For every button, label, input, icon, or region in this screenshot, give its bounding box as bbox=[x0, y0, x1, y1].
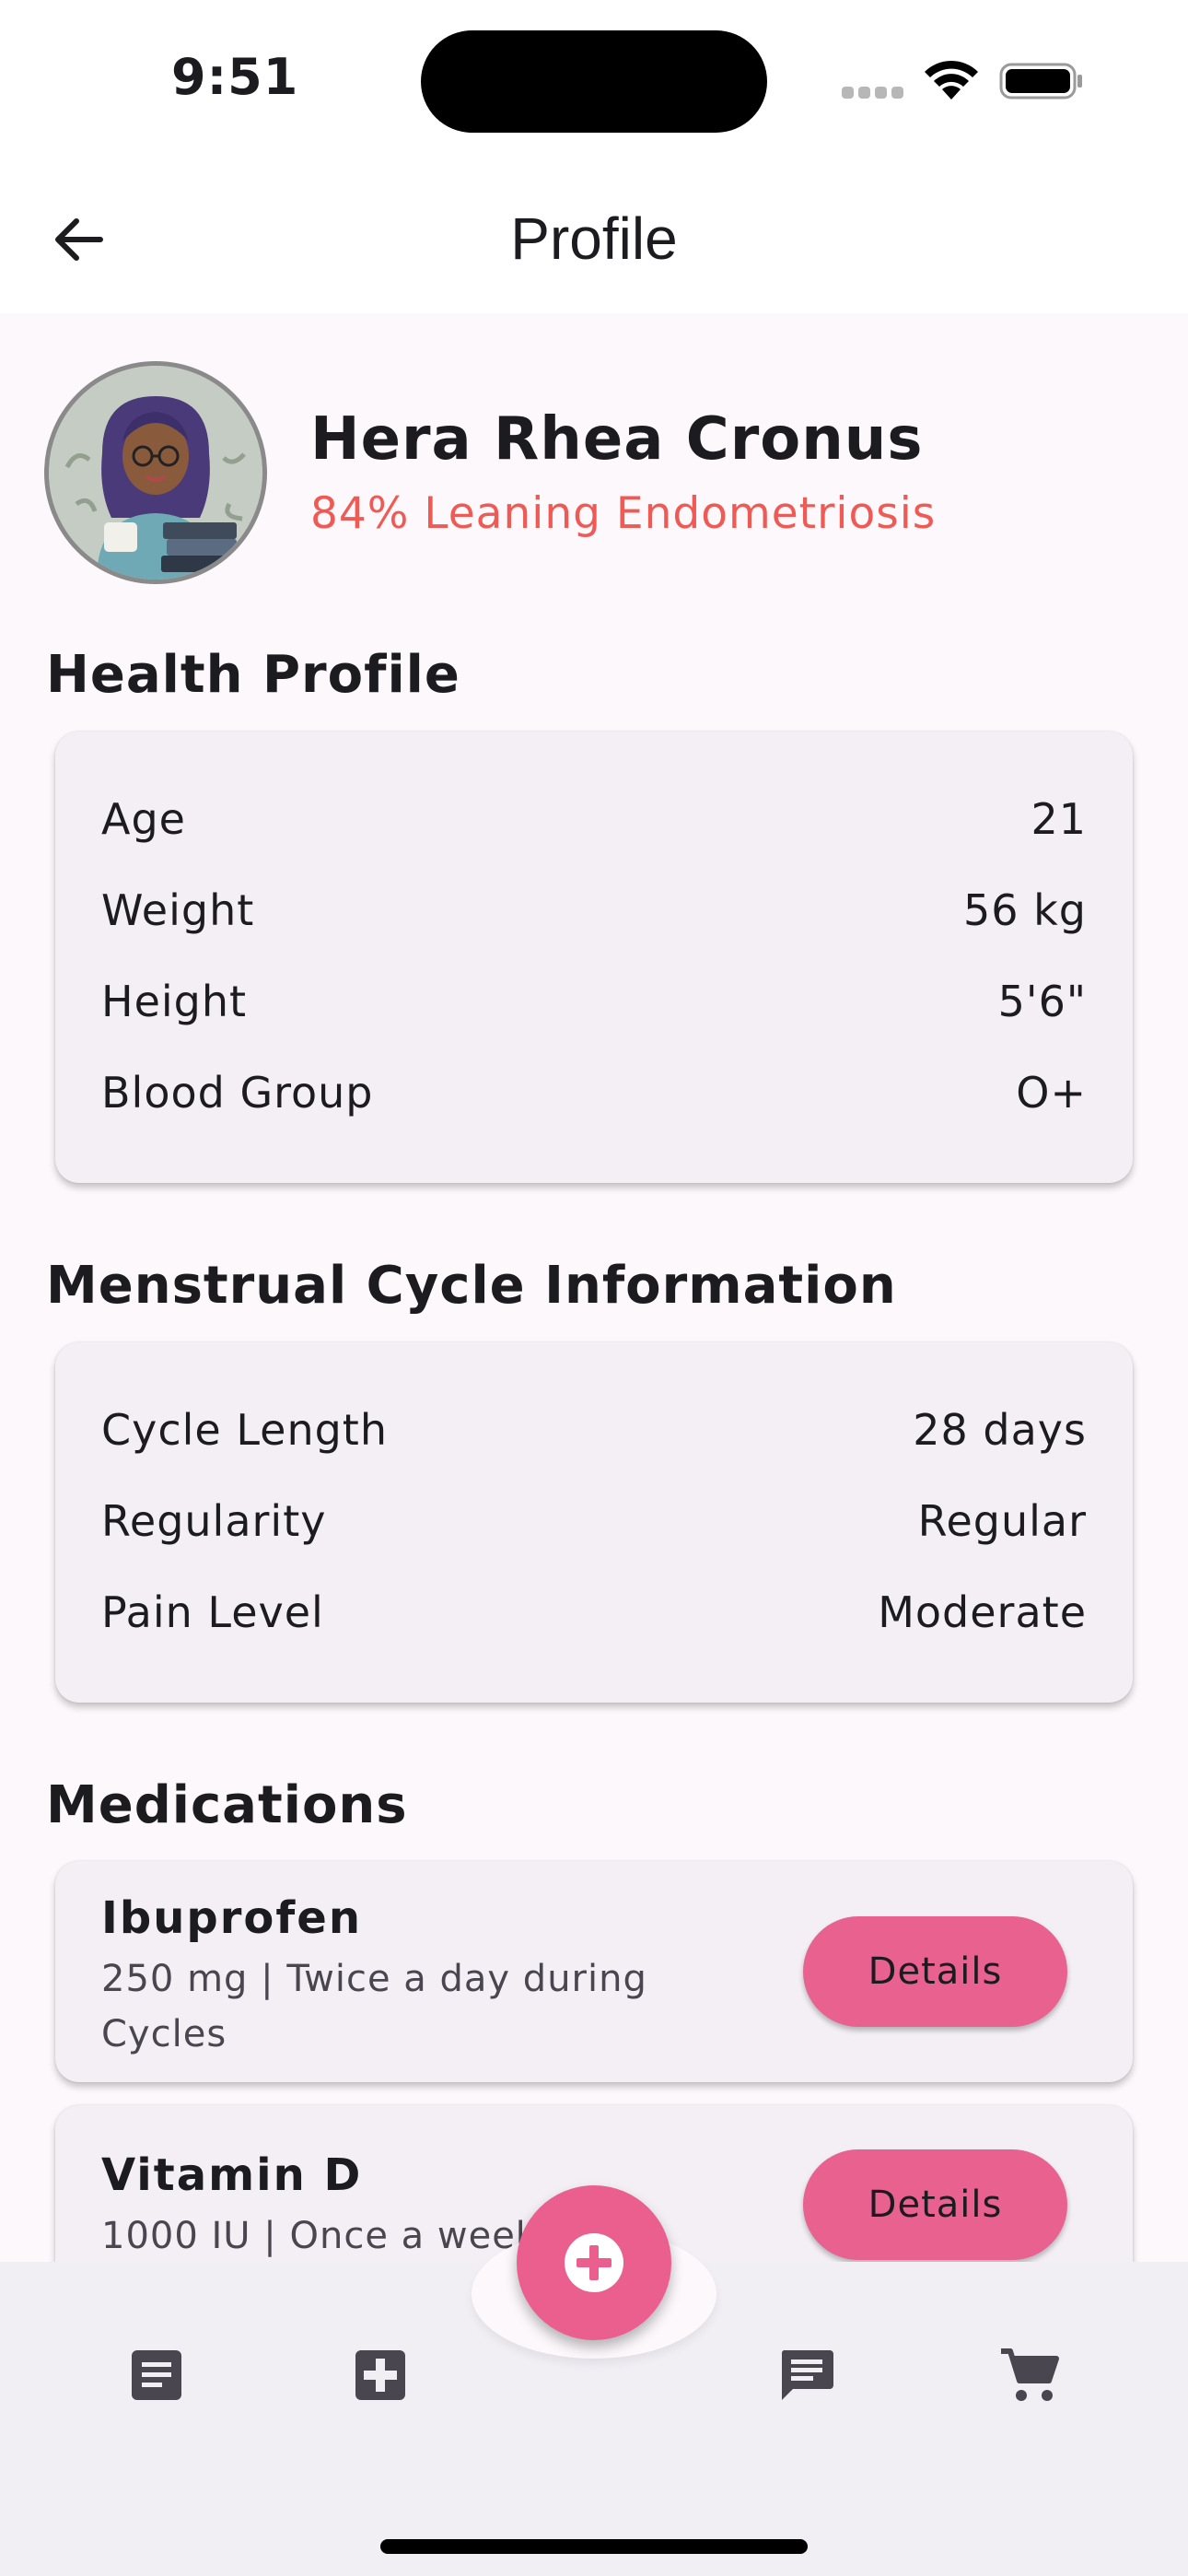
cart-icon bbox=[1001, 2348, 1059, 2401]
health-profile-card: Age 21 Weight 56 kg Height 5'6" Blood Gr… bbox=[55, 732, 1133, 1183]
medication-description: 250 mg | Twice a day during Cycles bbox=[101, 1958, 647, 2055]
info-value: Regular bbox=[917, 1496, 1087, 1546]
avatar[interactable] bbox=[44, 361, 267, 584]
nav-article[interactable] bbox=[122, 2340, 192, 2410]
medications-title: Medications bbox=[46, 1775, 408, 1835]
info-label: Age bbox=[101, 794, 186, 844]
cycle-info-card: Cycle Length 28 days Regularity Regular … bbox=[55, 1342, 1133, 1703]
info-value: 56 kg bbox=[963, 885, 1087, 935]
medication-card[interactable]: Ibuprofen 250 mg | Twice a day during Cy… bbox=[55, 1861, 1133, 2082]
home-indicator bbox=[380, 2539, 808, 2554]
status-bar: 9:51 bbox=[0, 0, 1188, 157]
medication-name: Vitamin D bbox=[101, 2149, 363, 2201]
app-bar: Profile bbox=[0, 157, 1188, 313]
add-fab-button[interactable] bbox=[517, 2185, 671, 2340]
nav-chat[interactable] bbox=[772, 2340, 842, 2410]
nav-medical[interactable] bbox=[345, 2340, 415, 2410]
medical-plus-icon bbox=[355, 2350, 405, 2400]
info-label: Height bbox=[101, 977, 248, 1026]
info-row-cycle-length: Cycle Length 28 days bbox=[101, 1398, 1087, 1462]
info-value: O+ bbox=[1016, 1068, 1087, 1118]
info-row-blood-group: Blood Group O+ bbox=[101, 1060, 1087, 1125]
info-label: Blood Group bbox=[101, 1068, 374, 1118]
info-label: Regularity bbox=[101, 1496, 327, 1546]
user-name: Hera Rhea Cronus bbox=[310, 405, 924, 474]
cycle-info-title: Menstrual Cycle Information bbox=[46, 1256, 897, 1316]
wifi-icon bbox=[925, 60, 978, 100]
battery-icon bbox=[999, 63, 1082, 100]
info-value: 21 bbox=[1031, 794, 1087, 844]
info-label: Pain Level bbox=[101, 1587, 324, 1637]
add-circle-icon bbox=[565, 2233, 623, 2292]
diagnosis-status: 84% Leaning Endometriosis bbox=[310, 488, 937, 539]
health-profile-title: Health Profile bbox=[46, 645, 460, 705]
article-icon bbox=[132, 2350, 181, 2400]
info-row-pain-level: Pain Level Moderate bbox=[101, 1580, 1087, 1645]
info-value: 28 days bbox=[913, 1405, 1087, 1455]
info-row-regularity: Regularity Regular bbox=[101, 1489, 1087, 1553]
status-time: 9:51 bbox=[171, 48, 299, 106]
chat-icon bbox=[781, 2350, 833, 2400]
info-label: Cycle Length bbox=[101, 1405, 388, 1455]
details-button[interactable]: Details bbox=[803, 2149, 1067, 2260]
dynamic-island bbox=[421, 30, 767, 133]
info-row-height: Height 5'6" bbox=[101, 969, 1087, 1034]
page-title: Profile bbox=[510, 205, 678, 272]
info-label: Weight bbox=[101, 885, 255, 935]
info-value: Moderate bbox=[878, 1587, 1087, 1637]
details-button[interactable]: Details bbox=[803, 1916, 1067, 2027]
medication-name: Ibuprofen bbox=[101, 1892, 363, 1944]
info-value: 5'6" bbox=[997, 977, 1087, 1026]
info-row-weight: Weight 56 kg bbox=[101, 878, 1087, 943]
nav-cart[interactable] bbox=[995, 2340, 1065, 2410]
avatar-illustration bbox=[49, 366, 262, 580]
info-row-age: Age 21 bbox=[101, 787, 1087, 851]
cellular-signal-icon bbox=[842, 87, 904, 100]
